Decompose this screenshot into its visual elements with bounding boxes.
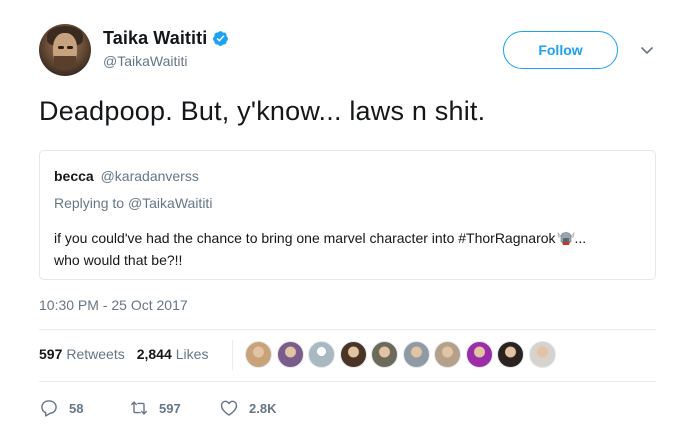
replying-to-label: Replying to [54,195,128,211]
reply-icon [41,400,57,417]
quoted-text-line1: if you could've had the chance to bring … [54,230,556,246]
author-name-row[interactable]: Taika Waititi [103,28,229,49]
tweet-timestamp[interactable]: 10:30 PM - 25 Oct 2017 [39,297,188,313]
author-avatar[interactable] [39,24,91,76]
thor-helmet-icon [557,232,574,245]
reply-count: 58 [69,400,84,416]
liker-avatar[interactable] [434,341,461,368]
retweets-label[interactable]: Retweets [66,346,124,362]
quoted-tweet[interactable]: becca @karadanverss Replying to @TaikaWa… [39,150,656,280]
chevron-down-icon[interactable] [639,42,655,58]
stats-separator [232,340,233,370]
retweet-count: 597 [159,400,181,416]
quoted-author-name[interactable]: becca [54,168,94,184]
liker-avatar[interactable] [276,341,304,368]
follow-button[interactable]: Follow [503,31,618,69]
quoted-text-ellipsis: ... [574,230,587,246]
retweets-count[interactable]: 597 [39,346,62,362]
quoted-author[interactable]: becca @karadanverss [54,168,199,184]
liker-avatar[interactable] [339,341,367,368]
liker-avatar[interactable] [308,341,335,368]
liker-avatar[interactable] [402,341,430,368]
quoted-author-handle[interactable]: @karadanverss [101,168,199,184]
verified-badge-icon [213,31,229,46]
tweet-stats: 597 Retweets 2,844 Likes [39,346,208,362]
liker-avatar[interactable] [245,341,272,368]
divider-bottom [39,381,656,382]
like-button[interactable]: 2.8K [219,398,276,418]
tweet-text: Deadpoop. But, y'know... laws n shit. [39,96,486,126]
retweet-icon [130,401,148,415]
tweet-header: Taika Waititi @TaikaWaititi Follow [39,24,659,78]
tweet-actions: 58 597 2.8K [39,398,276,418]
quoted-tweet-text: if you could've had the chance to bring … [54,227,644,271]
author-display-name[interactable]: Taika Waititi [103,28,207,49]
author-handle[interactable]: @TaikaWaititi [103,53,188,69]
retweet-button[interactable]: 597 [129,398,219,418]
divider-top [39,329,656,330]
liker-avatar[interactable] [497,341,524,368]
reply-button[interactable]: 58 [39,398,129,418]
likes-label[interactable]: Likes [176,346,209,362]
liker-avatar[interactable] [465,341,493,368]
replying-to: Replying to @TaikaWaititi [54,195,212,211]
liker-avatar[interactable] [371,341,398,368]
likes-count[interactable]: 2,844 [137,346,172,362]
heart-icon [220,400,238,416]
like-count: 2.8K [249,400,277,416]
liker-avatar[interactable] [528,341,556,368]
replying-to-handle[interactable]: @TaikaWaititi [128,195,213,211]
quoted-text-line2: who would that be?!! [54,252,183,268]
liker-avatars [245,341,560,368]
